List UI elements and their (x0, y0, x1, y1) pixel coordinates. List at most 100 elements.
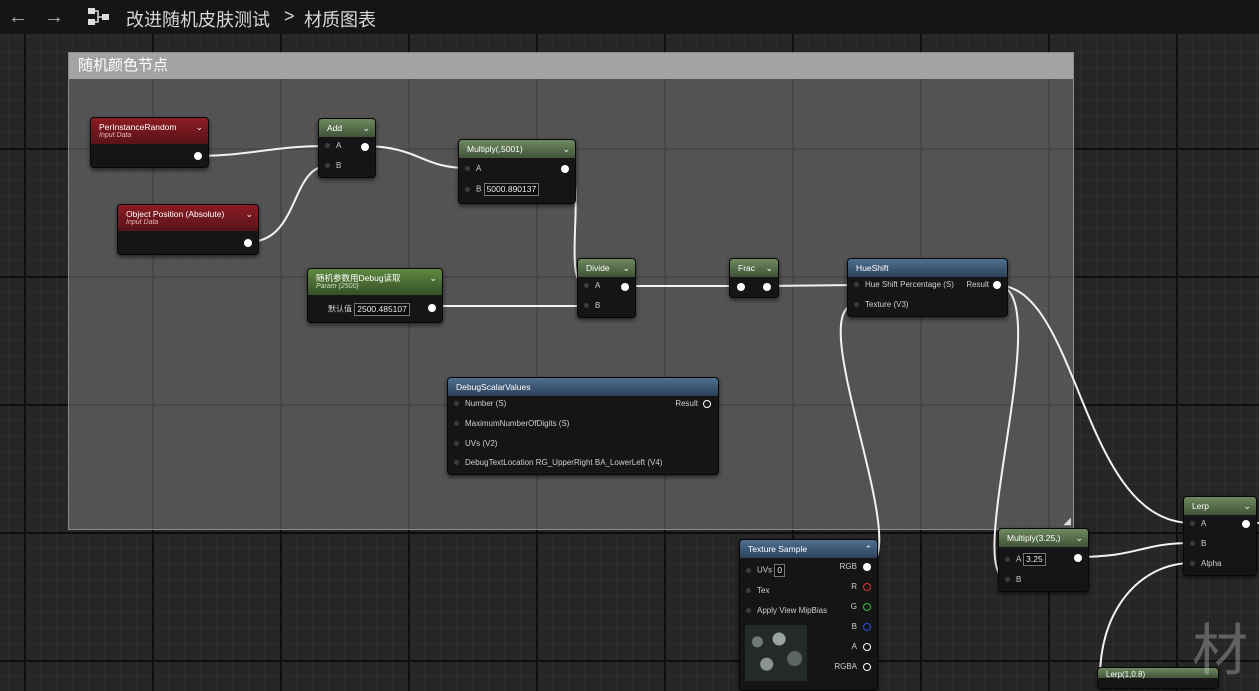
chevron-down-icon[interactable]: ⌄ (245, 205, 253, 223)
input-pin-uvs[interactable]: UVs (V2) (454, 439, 497, 448)
chevron-down-icon[interactable]: ⌄ (765, 259, 773, 277)
chevron-down-icon[interactable]: ⌄ (429, 269, 437, 287)
node-title: DebugScalarValues (456, 382, 531, 392)
output-pin-icon[interactable] (1074, 554, 1082, 562)
node-header[interactable]: Add ⌄ (319, 119, 375, 137)
input-pin-b[interactable]: B 5000.890137 (465, 183, 540, 196)
input-pin-tex[interactable]: Tex (746, 586, 769, 595)
chevron-down-icon[interactable]: ⌄ (622, 259, 630, 277)
a-value-field[interactable]: 3.25 (1023, 553, 1046, 566)
chevron-down-icon[interactable]: ⌄ (195, 118, 203, 136)
node-per-instance-random[interactable]: PerInstanceRandom Input Data ⌄ (90, 117, 209, 168)
node-title: HueShift (856, 263, 889, 273)
node-subtitle: Param (2500) (316, 283, 359, 290)
output-pin-icon[interactable] (763, 283, 771, 291)
node-header[interactable]: HueShift (848, 259, 1007, 277)
output-rgba-label: RGBA (834, 662, 857, 671)
output-g-pin-icon[interactable] (863, 603, 871, 611)
chevron-down-icon[interactable]: ⌄ (362, 119, 370, 137)
input-pin-icon[interactable] (737, 283, 745, 291)
input-pin-a[interactable]: A (1190, 519, 1206, 528)
back-arrow-icon[interactable]: ← (8, 6, 28, 29)
input-pin-max-digits[interactable]: MaximumNumberOfDigits (S) (454, 419, 569, 428)
wire-objpos-to-add (247, 165, 329, 243)
graph-icon (88, 8, 109, 25)
input-pin-alpha[interactable]: Alpha (1190, 559, 1221, 568)
output-pin-icon[interactable] (993, 281, 1001, 289)
node-header[interactable]: Divide ⌄ (578, 259, 635, 277)
wire-hueshift-to-lerp (995, 284, 1193, 524)
node-multiply-5001[interactable]: Multiply(,5001) ⌄ A B 5000.890137 (458, 139, 576, 204)
node-title: Frac (738, 263, 755, 273)
node-header[interactable]: Multiply(3.25,) ⌄ (999, 529, 1088, 547)
output-pin-icon[interactable] (561, 165, 569, 173)
output-rgb-label: RGB (839, 562, 857, 571)
node-header[interactable]: DebugScalarValues (448, 378, 718, 396)
node-header[interactable]: Frac ⌄ (730, 259, 778, 277)
node-add[interactable]: Add ⌄ A B (318, 118, 376, 178)
node-frac[interactable]: Frac ⌄ (729, 258, 779, 298)
node-debug-scalar-values[interactable]: DebugScalarValues Number (S) MaximumNumb… (447, 377, 719, 475)
uvs-value-field[interactable]: 0 (774, 564, 786, 577)
node-header[interactable]: Texture Sample ⌃ (740, 540, 877, 558)
input-pin-texture[interactable]: Texture (V3) (854, 300, 909, 309)
input-pin-apply-view-mipbias[interactable]: Apply View MipBias (746, 606, 827, 615)
node-multiply-3-25[interactable]: Multiply(3.25,) ⌄ A 3.25 B (998, 528, 1089, 592)
output-b-pin-icon[interactable] (863, 623, 871, 631)
output-a-pin-icon[interactable] (863, 643, 871, 651)
input-pin-a[interactable]: A 3.25 (1005, 553, 1046, 566)
input-pin-a[interactable]: A (584, 281, 600, 290)
input-pin-hue-shift[interactable]: Hue Shift Percentage (S) (854, 280, 954, 289)
texture-thumbnail (745, 625, 807, 681)
output-pin-icon[interactable] (428, 304, 436, 312)
wire-add-to-multiply (361, 145, 469, 169)
input-pin-b[interactable]: B (325, 161, 341, 170)
output-result-label: Result (966, 280, 989, 289)
output-r-pin-icon[interactable] (863, 583, 871, 591)
forward-arrow-icon[interactable]: → (44, 6, 64, 29)
node-divide[interactable]: Divide ⌄ A B (577, 258, 636, 318)
output-pin-icon[interactable] (621, 283, 629, 291)
default-value-field[interactable]: 2500.485107 (354, 303, 410, 316)
node-title: Lerp(1,0.8) (1106, 670, 1146, 679)
node-header[interactable]: PerInstanceRandom Input Data ⌄ (91, 118, 208, 144)
node-object-position[interactable]: Object Position (Absolute) Input Data ⌄ (117, 204, 259, 255)
node-header[interactable]: Object Position (Absolute) Input Data ⌄ (118, 205, 258, 231)
output-rgba-pin-icon[interactable] (863, 663, 871, 671)
node-subtitle: Input Data (99, 132, 132, 139)
chevron-down-icon[interactable]: ⌄ (1075, 529, 1083, 547)
breadcrumb-graph[interactable]: 材质图表 (304, 6, 376, 32)
input-pin-a[interactable]: A (325, 141, 341, 150)
node-header[interactable]: Lerp ⌄ (1184, 497, 1256, 515)
input-pin-uvs[interactable]: UVs 0 (746, 564, 786, 577)
output-rgb-pin-icon[interactable] (863, 563, 871, 571)
input-pin-number[interactable]: Number (S) (454, 399, 506, 408)
node-header[interactable]: 随机参数用Debug读取 Param (2500) ⌄ (308, 269, 442, 295)
input-pin-debug-text-location[interactable]: DebugTextLocation RG_UpperRight BA_Lower… (454, 458, 662, 467)
output-pin-icon[interactable] (244, 239, 252, 247)
node-texture-sample[interactable]: Texture Sample ⌃ UVs 0 Tex Apply View Mi… (739, 539, 878, 691)
output-pin-icon[interactable] (1242, 520, 1250, 528)
output-pin-icon[interactable] (703, 400, 711, 408)
node-hueshift[interactable]: HueShift Hue Shift Percentage (S) Textur… (847, 258, 1008, 317)
input-pin-b[interactable]: B (1190, 539, 1206, 548)
output-r-label: R (851, 582, 857, 591)
chevron-up-icon[interactable]: ⌃ (864, 540, 872, 558)
node-title: Object Position (Absolute) (126, 209, 225, 219)
input-pin-b[interactable]: B (584, 301, 600, 310)
output-b-label: B (851, 622, 857, 631)
input-pin-a[interactable]: A (465, 164, 481, 173)
output-pin-icon[interactable] (194, 152, 202, 160)
wire-multiply2-to-lerp (1075, 542, 1193, 558)
chevron-down-icon[interactable]: ⌄ (562, 140, 570, 158)
node-title: Multiply(,5001) (467, 144, 523, 154)
output-pin-icon[interactable] (361, 143, 369, 151)
node-title: PerInstanceRandom (99, 122, 177, 132)
node-lerp[interactable]: Lerp ⌄ A B Alpha (1183, 496, 1257, 576)
node-debug-param[interactable]: 随机参数用Debug读取 Param (2500) ⌄ 默认值 2500.485… (307, 268, 443, 323)
breadcrumb-asset[interactable]: 改进随机皮肤测试 (126, 6, 270, 32)
chevron-down-icon[interactable]: ⌄ (1243, 497, 1251, 515)
b-value-field[interactable]: 5000.890137 (483, 183, 540, 196)
node-header[interactable]: Multiply(,5001) ⌄ (459, 140, 575, 158)
input-pin-b[interactable]: B (1005, 575, 1021, 584)
